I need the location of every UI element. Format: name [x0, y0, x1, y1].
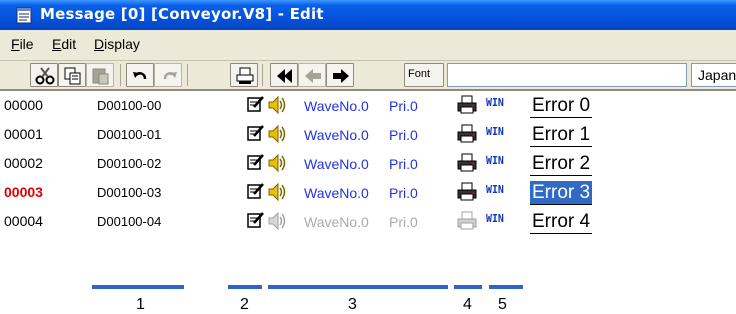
memo-edit-icon[interactable]: [247, 211, 265, 229]
message-text[interactable]: Error 2: [530, 152, 593, 176]
menu-bar: File Edit Display: [0, 30, 736, 61]
window-output-flag: WIN: [486, 154, 504, 167]
printer-output-icon[interactable]: [456, 153, 478, 173]
window-output-flag: WIN: [486, 125, 504, 138]
menu-edit[interactable]: Edit: [52, 36, 76, 52]
redo-icon: [163, 72, 177, 80]
arrow-right-icon: [333, 69, 349, 83]
priority: Pri.0: [389, 156, 418, 172]
message-text-input[interactable]: [447, 63, 687, 87]
device-address: D00100-04: [97, 214, 162, 229]
toolbar-separator: [120, 64, 121, 86]
notepad-icon: [16, 7, 32, 24]
callout-number-2: 2: [240, 296, 249, 313]
font-button-label: Font: [408, 68, 431, 80]
previous-record-button[interactable]: [298, 63, 326, 87]
priority: Pri.0: [389, 185, 418, 201]
memo-edit-icon[interactable]: [247, 124, 265, 142]
message-text[interactable]: Error 0: [530, 94, 593, 118]
callout-number-3: 3: [348, 296, 357, 313]
redo-button[interactable]: [154, 63, 182, 87]
undo-icon: [133, 72, 147, 80]
message-number: 00002: [4, 155, 43, 171]
memo-edit-icon[interactable]: [247, 153, 265, 171]
callout-underline-1: [92, 285, 184, 289]
device-address: D00100-00: [97, 98, 162, 113]
message-row[interactable]: 00001 D00100-01 WaveNo.0 Pri.0 WIN Error…: [0, 121, 736, 150]
device-address: D00100-01: [97, 127, 162, 142]
wave-number: WaveNo.0: [304, 214, 369, 230]
message-text[interactable]: Error 1: [530, 123, 593, 147]
speaker-disabled-icon[interactable]: [268, 211, 286, 231]
memo-edit-icon[interactable]: [247, 182, 265, 200]
callout-underline-4: [454, 285, 482, 289]
callout-number-4: 4: [463, 296, 472, 313]
message-number: 00003: [4, 184, 43, 200]
paste-icon: [92, 68, 109, 85]
menu-file[interactable]: File: [11, 36, 34, 52]
window-title: Message [0] [Conveyor.V8] - Edit: [40, 5, 324, 23]
next-record-button[interactable]: [326, 63, 354, 87]
wave-number: WaveNo.0: [304, 156, 369, 172]
device-address: D00100-03: [97, 185, 162, 200]
window-output-flag: WIN: [486, 212, 504, 225]
printer-output-icon[interactable]: [456, 124, 478, 144]
speaker-icon[interactable]: [268, 124, 286, 144]
cut-button[interactable]: [30, 63, 58, 87]
message-number: 00001: [4, 126, 43, 142]
device-address: D00100-02: [97, 156, 162, 171]
copy-button[interactable]: [58, 63, 86, 87]
priority: Pri.0: [389, 98, 418, 114]
undo-button[interactable]: [126, 63, 154, 87]
paste-button[interactable]: [86, 63, 114, 87]
window-output-flag: WIN: [486, 183, 504, 196]
language-select[interactable]: Japanese: [691, 63, 736, 87]
scissors-icon: [35, 67, 55, 85]
speaker-icon[interactable]: [268, 153, 286, 173]
message-row[interactable]: 00002 D00100-02 WaveNo.0 Pri.0 WIN Error…: [0, 150, 736, 179]
toolbar-separator: [262, 64, 263, 86]
priority: Pri.0: [389, 214, 418, 230]
callout-number-5: 5: [498, 296, 507, 313]
priority: Pri.0: [389, 127, 418, 143]
message-text-selected[interactable]: Error 3: [530, 181, 593, 205]
toolbar-separator: [187, 64, 188, 86]
message-number: 00004: [4, 213, 43, 229]
printer-icon: [236, 67, 254, 84]
message-list[interactable]: 00000 D00100-00 WaveNo.0 Pri.0 WIN Error…: [0, 89, 736, 285]
wave-number: WaveNo.0: [304, 127, 369, 143]
first-record-button[interactable]: [270, 63, 298, 87]
title-bar[interactable]: Message [0] [Conveyor.V8] - Edit: [0, 0, 736, 30]
arrow-left-icon: [305, 69, 321, 83]
copy-icon: [64, 67, 81, 85]
message-editor-window: Message [0] [Conveyor.V8] - Edit File Ed…: [0, 0, 736, 285]
print-button[interactable]: [230, 63, 258, 87]
message-row[interactable]: 00000 D00100-00 WaveNo.0 Pri.0 WIN Error…: [0, 92, 736, 121]
printer-output-icon[interactable]: [456, 95, 478, 115]
font-button[interactable]: Font: [404, 63, 444, 87]
callout-underline-5: [489, 285, 523, 289]
printer-output-icon[interactable]: [456, 182, 478, 202]
speaker-icon[interactable]: [268, 95, 286, 115]
window-output-flag: WIN: [486, 96, 504, 109]
message-row-active[interactable]: 00003 D00100-03 WaveNo.0 Pri.0 WIN Error…: [0, 179, 736, 208]
printer-output-disabled-icon[interactable]: [456, 211, 478, 231]
wave-number: WaveNo.0: [304, 98, 369, 114]
message-number: 00000: [4, 97, 43, 113]
double-arrow-left-icon: [277, 69, 292, 83]
message-text[interactable]: Error 4: [530, 210, 593, 234]
menu-display[interactable]: Display: [94, 36, 140, 52]
callout-underline-2: [228, 285, 262, 289]
message-row[interactable]: 00004 D00100-04 WaveNo.0 Pri.0 WIN Error…: [0, 208, 736, 237]
wave-number: WaveNo.0: [304, 185, 369, 201]
callout-underline-3: [268, 285, 448, 289]
callout-number-1: 1: [136, 296, 145, 313]
memo-edit-icon[interactable]: [247, 95, 265, 113]
speaker-icon[interactable]: [268, 182, 286, 202]
